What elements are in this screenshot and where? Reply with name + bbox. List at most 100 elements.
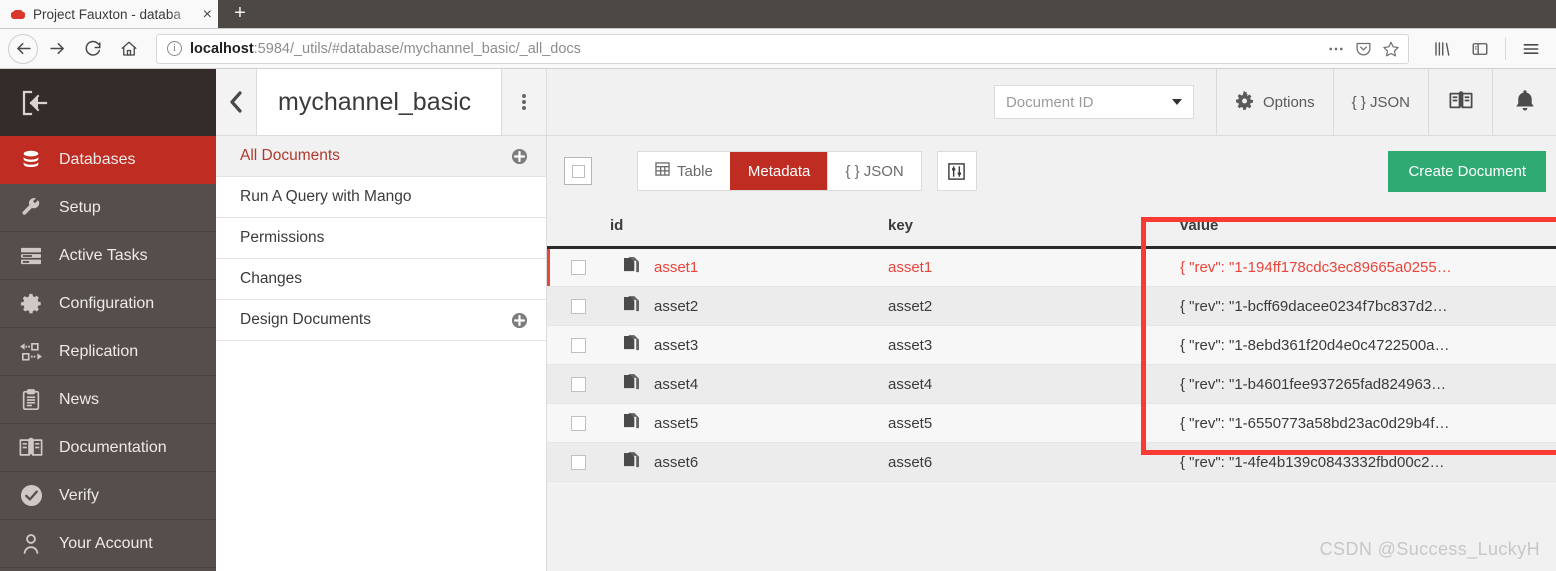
create-document-button[interactable]: Create Document [1388,150,1546,192]
panel-item-all-documents[interactable]: All Documents [216,136,546,177]
table-row[interactable]: asset2 asset2 { "rev": "1-bcff69dacee023… [547,286,1556,326]
table-row[interactable]: asset4 asset4 { "rev": "1-b4601fee937265… [547,364,1556,404]
pocket-icon[interactable] [1355,40,1372,57]
document-icon [624,412,639,434]
tab-strip-empty [262,0,1556,28]
table-row[interactable]: asset1 asset1 { "rev": "1-194ff178cdc3ec… [547,247,1556,287]
database-panel: mychannel_basic All Documents Run A Quer… [216,69,547,571]
main-content: Document ID Options { } JSON Table Metad… [547,69,1556,571]
close-icon[interactable]: × [203,6,212,23]
tab-table[interactable]: Table [638,152,730,190]
json-label: { } JSON [1351,93,1410,111]
row-key-cell: asset5 [888,403,1180,443]
bell-icon [1514,89,1536,116]
panel-item-design-documents[interactable]: Design Documents [216,300,546,341]
check-circle-icon [18,484,44,507]
sidebar-item-label: Your Account [59,534,153,552]
row-checkbox[interactable] [571,260,586,275]
options-button[interactable]: Options [1215,69,1333,135]
sidebar-item-your-account[interactable]: Your Account [0,520,216,568]
table-row[interactable]: asset6 asset6 { "rev": "1-4fe4b139c08433… [547,442,1556,482]
sidebar-item-replication[interactable]: Replication [0,328,216,376]
sidebar-item-active-tasks[interactable]: Active Tasks [0,232,216,280]
table-row[interactable]: asset3 asset3 { "rev": "1-8ebd361f20d4e0… [547,325,1556,365]
row-checkbox-cell [547,247,610,287]
document-icon [624,257,639,278]
panel-item-run-a-query-with-mango[interactable]: Run A Query with Mango [216,177,546,218]
forward-arrow-icon[interactable] [40,33,74,65]
new-tab-button[interactable]: + [218,0,262,28]
tab-table-label: Table [677,162,713,180]
docs-book-button[interactable] [1428,69,1492,135]
document-icon [624,373,639,395]
tab-metadata[interactable]: Metadata [729,152,828,190]
vertical-dots-icon[interactable] [502,69,546,135]
row-checkbox-cell [547,364,610,404]
row-checkbox[interactable] [571,415,586,431]
url-path: :5984/_utils/#database/mychannel_basic/_… [253,40,581,57]
panel-item-label: Run A Query with Mango [240,188,412,205]
reload-icon[interactable] [76,33,110,65]
row-checkbox[interactable] [571,298,586,314]
page-actions-ellipsis-icon[interactable] [1327,40,1345,58]
sidebar-item-news[interactable]: News [0,376,216,424]
row-checkbox[interactable] [571,337,586,353]
hamburger-menu-icon[interactable] [1514,33,1548,65]
row-id-cell: asset3 [610,325,888,365]
column-header-id: id [610,206,888,249]
panel-item-changes[interactable]: Changes [216,259,546,300]
select-all-checkbox[interactable] [564,157,592,185]
url-text: localhost:5984/_utils/#database/mychanne… [190,41,1319,57]
row-key-cell: asset6 [888,442,1180,482]
document-id-select[interactable]: Document ID [993,85,1194,119]
browser-tab[interactable]: Project Fauxton - databa × [0,0,218,28]
tab-json[interactable]: { } JSON [827,152,921,190]
url-bar[interactable]: i localhost:5984/_utils/#database/mychan… [156,33,1409,64]
row-key-cell: asset3 [888,325,1180,365]
add-design-document-icon[interactable] [511,312,528,329]
sidebar-item-verify[interactable]: Verify [0,472,216,520]
navigation-toolbar: i localhost:5984/_utils/#database/mychan… [0,29,1556,69]
row-checkbox[interactable] [571,454,586,470]
site-info-icon[interactable]: i [167,41,182,56]
panel-item-permissions[interactable]: Permissions [216,218,546,259]
panel-header: mychannel_basic [216,69,546,136]
sliders-icon[interactable] [936,151,977,191]
bookmark-star-icon[interactable] [1382,40,1400,58]
fauxton-app: Databases Setup Active Tasks Configurati… [0,69,1556,571]
library-icon[interactable] [1425,33,1459,65]
documents-table: id key value asset1 asset1 {"rev": "1-1… [547,206,1556,482]
chevron-left-icon[interactable] [216,69,257,135]
row-value-cell: { "rev": "1-bcff69dacee0234f7bc837d2… [1180,286,1556,326]
row-checkbox[interactable] [571,376,586,392]
row-id-text: asset6 [654,453,699,471]
sidebar-icon[interactable] [1463,33,1497,65]
sidebar-item-configuration[interactable]: Configuration [0,280,216,328]
panel-item-label: Design Documents [240,311,371,328]
add-document-icon[interactable] [511,148,528,165]
row-id-cell: asset6 [610,442,888,482]
sidebar-item-label: Setup [59,198,101,216]
column-header-value: value [1180,206,1556,249]
sidebar-item-setup[interactable]: Setup [0,184,216,232]
table-row[interactable]: asset5 asset5 { "rev": "1-6550773a58bd23… [547,403,1556,443]
fauxton-logo-icon[interactable] [0,69,216,136]
json-button[interactable]: { } JSON [1332,69,1428,135]
row-checkbox-cell [547,403,610,443]
book-icon [1449,90,1473,115]
home-icon[interactable] [112,33,146,65]
row-id-cell: asset1 [610,247,888,287]
gear-icon [18,293,44,315]
back-arrow-icon[interactable] [8,33,38,64]
sidebar-item-documentation[interactable]: Documentation [0,424,216,472]
page-title: mychannel_basic [257,69,502,135]
url-host: localhost [190,40,254,57]
view-mode-group: Table Metadata { } JSON [637,151,922,191]
sidebar-item-databases[interactable]: Databases [0,136,216,184]
row-checkbox-cell [547,286,610,326]
user-icon [18,533,44,555]
couchdb-icon [10,7,26,23]
row-selection-bar [547,249,550,286]
browser-window: Project Fauxton - databa × + i localhost… [0,0,1556,571]
notifications-button[interactable] [1492,69,1556,135]
